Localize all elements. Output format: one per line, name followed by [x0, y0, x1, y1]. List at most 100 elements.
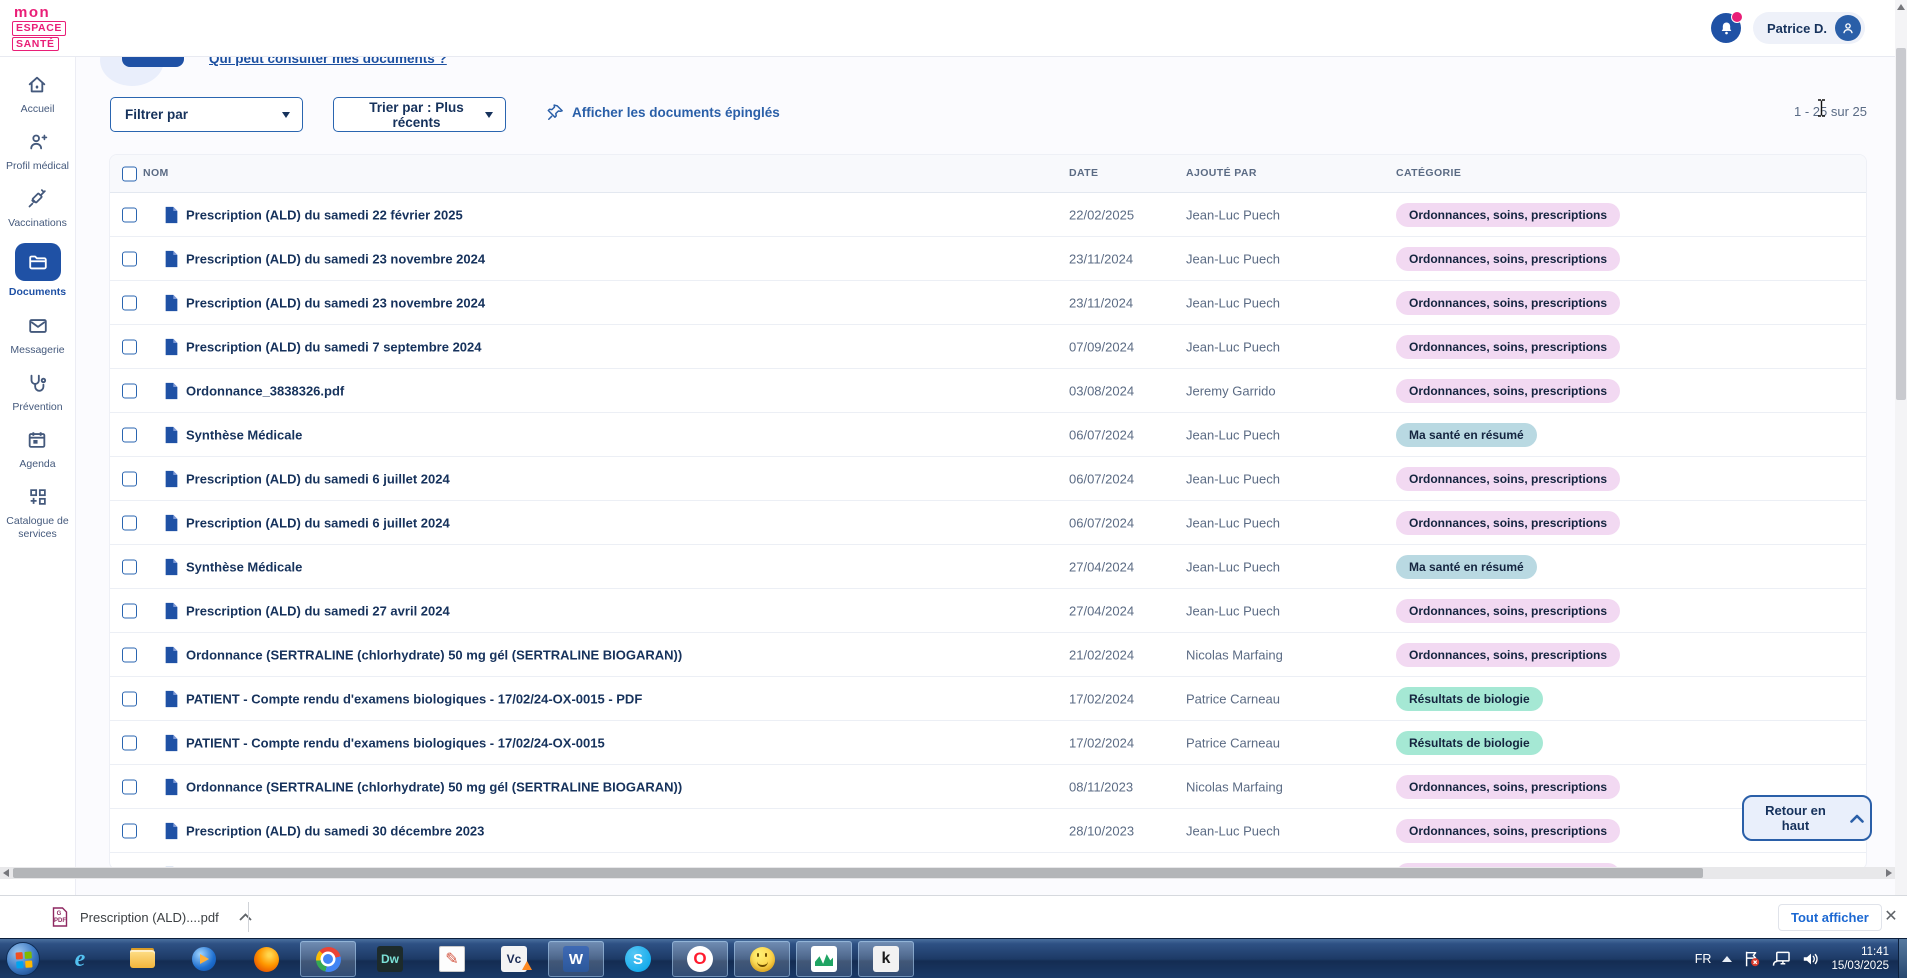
scroll-right-arrow-icon[interactable]: [1886, 869, 1892, 877]
close-downloads-bar-button[interactable]: ✕: [1879, 905, 1903, 929]
Ordonnance_3838326.pdf[interactable]: Ordonnance_3838326.pdf 03/08/2024 Jeremy…: [110, 369, 1866, 413]
Ordonnance (SERTRALINE (chlorhydrate) 50 mg gél (SERTRALINE BIOGARAN))[interactable]: Ordonnance (SERTRALINE (chlorhydrate) 50…: [110, 765, 1866, 809]
show-pinned-documents-button[interactable]: Afficher les documents épinglés: [546, 103, 780, 122]
user-name: Patrice D.: [1767, 21, 1827, 36]
notifications-button[interactable]: [1711, 13, 1741, 43]
category-badge: Ordonnances, soins, prescriptions: [1396, 643, 1620, 667]
row-checkbox[interactable]: [122, 515, 137, 530]
row-checkbox[interactable]: [122, 207, 137, 222]
taskbar-file-explorer-icon[interactable]: [114, 941, 170, 977]
sidebar-item-profil-medical[interactable]: Profil médical: [6, 129, 69, 173]
taskbar-apps: e Dw: [52, 939, 914, 978]
app-logo[interactable]: mon ESPACE SANTÉ: [12, 5, 66, 51]
taskbar-media-player-icon[interactable]: [176, 941, 232, 977]
taskbar-skype-icon[interactable]: S: [610, 941, 666, 977]
column-header-name[interactable]: NOM: [143, 167, 169, 179]
taskbar-chrome-icon[interactable]: [300, 941, 356, 977]
row-checkbox[interactable]: [122, 471, 137, 486]
sidebar-item-messagerie[interactable]: Messagerie: [10, 313, 64, 357]
taskbar-vc-icon[interactable]: Vc: [486, 941, 542, 977]
row-checkbox[interactable]: [122, 647, 137, 662]
user-menu-button[interactable]: Patrice D.: [1753, 12, 1865, 44]
row-checkbox[interactable]: [122, 339, 137, 354]
row-checkbox[interactable]: [122, 559, 137, 574]
Prescription (ALD) du samedi 6 juillet 2024[interactable]: Prescription (ALD) du samedi 6 juillet 2…: [110, 501, 1866, 545]
taskbar-clock[interactable]: 11:41 15/03/2025: [1831, 945, 1889, 973]
bell-icon: [1718, 20, 1735, 37]
language-indicator[interactable]: FR: [1695, 952, 1712, 966]
sidebar-item-documents[interactable]: Documents: [9, 243, 66, 299]
document-icon: [164, 514, 179, 532]
action-center-flag-icon[interactable]: [1743, 950, 1761, 968]
scroll-left-arrow-icon[interactable]: [3, 869, 9, 877]
mon-espace-sante-app: mon ESPACE SANTÉ Patrice D.: [0, 0, 1907, 978]
tray-expand-icon[interactable]: [1722, 956, 1732, 962]
row-checkbox[interactable]: [122, 295, 137, 310]
volume-icon[interactable]: [1802, 951, 1820, 967]
taskbar-smiley-app-icon[interactable]: [734, 941, 790, 977]
taskbar-dreamweaver-icon[interactable]: Dw: [362, 941, 418, 977]
document-date: 03/08/2024: [1069, 383, 1134, 398]
taskbar-opera-icon[interactable]: O: [672, 941, 728, 977]
Ordonnance (SERTRALINE (chlorhydrate) 50 mg gél (SERTRALINE BIOGARAN))[interactable]: Ordonnance (SERTRALINE (chlorhydrate) 50…: [110, 633, 1866, 677]
svg-text:G: G: [57, 911, 62, 917]
column-header-category[interactable]: CATÉGORIE: [1396, 167, 1461, 179]
row-checkbox[interactable]: [122, 251, 137, 266]
Prescription (ALD) du samedi 6 juillet 2024[interactable]: Prescription (ALD) du samedi 6 juillet 2…: [110, 457, 1866, 501]
vertical-scrollbar-thumb[interactable]: [1896, 48, 1906, 400]
row-checkbox[interactable]: [122, 823, 137, 838]
Prescription (ALD) du samedi 22 février 2025[interactable]: Prescription (ALD) du samedi 22 février …: [110, 193, 1866, 237]
vertical-scrollbar[interactable]: [1895, 0, 1907, 938]
taskbar-firefox-icon[interactable]: [238, 941, 294, 977]
show-desktop-button[interactable]: [1898, 939, 1907, 978]
Synthèse Médicale[interactable]: Synthèse Médicale 27/04/2024 Jean-Luc Pu…: [110, 545, 1866, 589]
category-badge: Ordonnances, soins, prescriptions: [1396, 599, 1620, 623]
category-badge: Ordonnances, soins, prescriptions: [1396, 203, 1620, 227]
PATIENT - Compte rendu d'examens biologiques - 17/02/24-OX-0015[interactable]: PATIENT - Compte rendu d'examens biologi…: [110, 721, 1866, 765]
column-header-date[interactable]: DATE: [1069, 167, 1098, 179]
document-added-by: Jean-Luc Puech: [1186, 295, 1280, 310]
column-header-added-by[interactable]: AJOUTÉ PAR: [1186, 167, 1257, 179]
scroll-up-arrow-icon[interactable]: [1897, 4, 1905, 10]
filter-dropdown-label: Filtrer par: [125, 107, 188, 122]
horizontal-scrollbar-thumb[interactable]: [13, 868, 1703, 878]
horizontal-scrollbar[interactable]: [0, 867, 1895, 879]
PATIENT - Compte rendu d'examens biologiques - 17/02/24-OX-0015 - PDF[interactable]: PATIENT - Compte rendu d'examens biologi…: [110, 677, 1866, 721]
back-to-top-button[interactable]: Retour en haut: [1742, 795, 1872, 841]
vaccinations-icon: [24, 186, 50, 212]
row-checkbox[interactable]: [122, 383, 137, 398]
sidebar-item-agenda[interactable]: Agenda: [19, 427, 55, 471]
Prescription (ALD) du samedi 30 décembre 2023[interactable]: Prescription (ALD) du samedi 30 décembre…: [110, 809, 1866, 853]
document-icon: [164, 778, 179, 796]
taskbar-internet-explorer-icon[interactable]: e: [52, 941, 108, 977]
sidebar-item-prevention[interactable]: Prévention: [12, 370, 62, 414]
row-checkbox[interactable]: [122, 779, 137, 794]
show-all-downloads-button[interactable]: Tout afficher: [1778, 904, 1882, 931]
row-checkbox[interactable]: [122, 691, 137, 706]
home-icon: [24, 72, 50, 98]
row-checkbox[interactable]: [122, 603, 137, 618]
filter-dropdown[interactable]: Filtrer par: [110, 97, 303, 132]
document-icon: [164, 646, 179, 664]
row-checkbox[interactable]: [122, 735, 137, 750]
Synthèse Médicale[interactable]: Synthèse Médicale 06/07/2024 Jean-Luc Pu…: [110, 413, 1866, 457]
chevron-up-icon[interactable]: [239, 913, 252, 921]
taskbar-k-app-icon[interactable]: k: [858, 941, 914, 977]
sort-dropdown[interactable]: Trier par : Plus récents: [333, 97, 506, 132]
Prescription (ALD) du samedi 27 avril 2024[interactable]: Prescription (ALD) du samedi 27 avril 20…: [110, 589, 1866, 633]
sidebar-item-label: Profil médical: [6, 160, 69, 173]
taskbar-word-icon[interactable]: W: [548, 941, 604, 977]
Prescription (ALD) du samedi 23 novembre 2024[interactable]: Prescription (ALD) du samedi 23 novembre…: [110, 281, 1866, 325]
row-checkbox[interactable]: [122, 427, 137, 442]
taskbar-image-editor-icon[interactable]: [424, 941, 480, 977]
downloaded-file-item[interactable]: PDFG Prescription (ALD)....pdf: [52, 896, 252, 938]
sidebar-item-catalogue-de-services[interactable]: Catalogue de services: [5, 484, 71, 541]
sidebar-item-vaccinations[interactable]: Vaccinations: [8, 186, 67, 230]
network-icon[interactable]: [1772, 951, 1791, 967]
select-all-checkbox[interactable]: [122, 166, 137, 181]
start-button[interactable]: [6, 942, 40, 976]
taskbar-waveform-app-icon[interactable]: [796, 941, 852, 977]
Prescription (ALD) du samedi 23 novembre 2024[interactable]: Prescription (ALD) du samedi 23 novembre…: [110, 237, 1866, 281]
sidebar-item-accueil[interactable]: Accueil: [21, 72, 55, 116]
Prescription (ALD) du samedi 7 septembre 2024[interactable]: Prescription (ALD) du samedi 7 septembre…: [110, 325, 1866, 369]
